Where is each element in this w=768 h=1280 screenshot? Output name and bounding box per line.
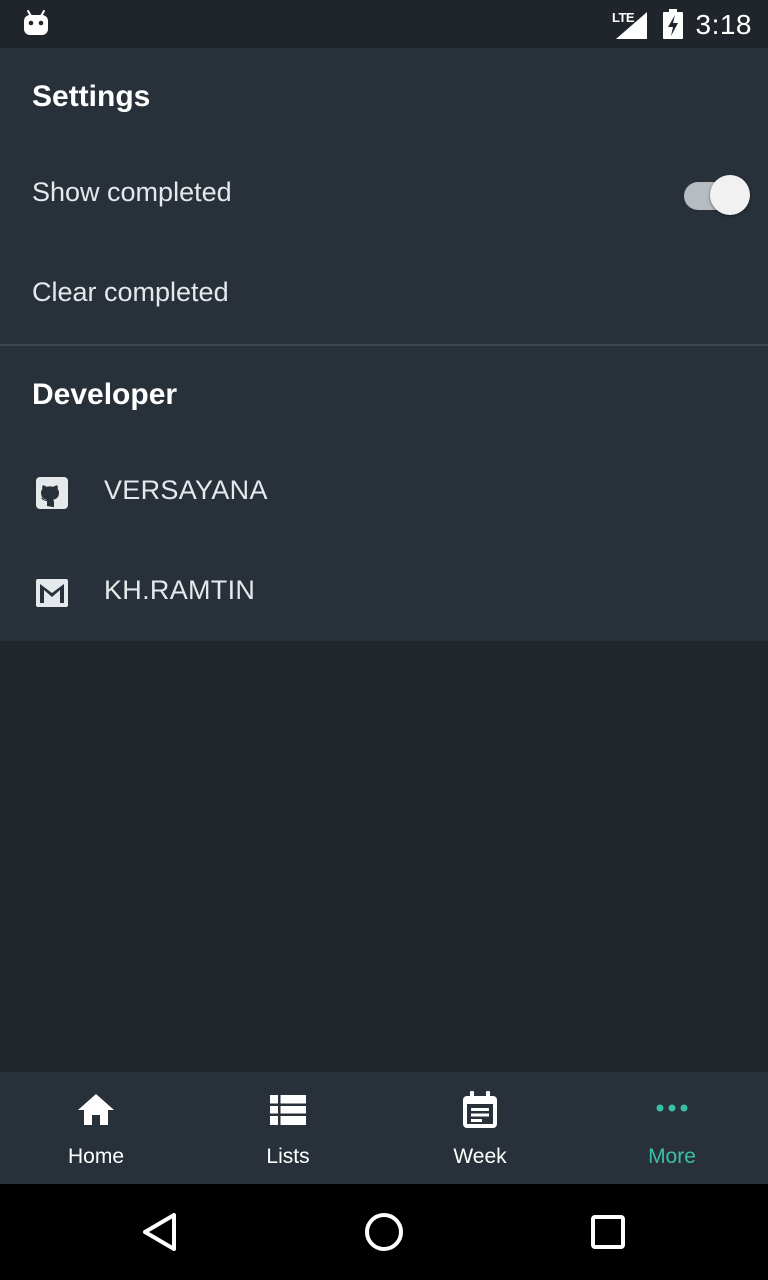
github-icon xyxy=(36,477,68,509)
android-icon xyxy=(24,10,48,35)
toggle-thumb xyxy=(710,175,750,215)
nav-week[interactable]: Week xyxy=(384,1072,576,1184)
gmail-icon xyxy=(36,579,68,607)
battery-charging-icon xyxy=(663,9,683,39)
list-icon xyxy=(270,1095,306,1125)
recents-icon[interactable] xyxy=(586,1210,630,1254)
clear-completed-label: Clear completed xyxy=(32,277,229,307)
developer-email-row[interactable]: KH.RAMTIN xyxy=(0,544,768,642)
nav-week-label: Week xyxy=(453,1145,507,1168)
home-circle-icon[interactable] xyxy=(362,1210,406,1254)
nav-more[interactable]: More xyxy=(576,1072,768,1184)
signal-icon xyxy=(616,12,647,39)
developer-email-label: KH.RAMTIN xyxy=(104,575,256,605)
settings-section-title: Settings xyxy=(32,80,151,113)
show-completed-label: Show completed xyxy=(32,177,232,207)
more-icon xyxy=(656,1104,688,1112)
nav-lists[interactable]: Lists xyxy=(192,1072,384,1184)
section-divider xyxy=(0,344,768,346)
status-clock: 3:18 xyxy=(695,9,752,40)
bottom-navigation: Home Lists Week More xyxy=(0,1072,768,1184)
developer-section-title: Developer xyxy=(32,378,178,411)
home-icon xyxy=(78,1094,114,1125)
show-completed-row[interactable]: Show completed xyxy=(0,146,768,244)
status-bar: LTE 3:18 xyxy=(0,0,768,48)
show-completed-toggle[interactable] xyxy=(684,175,750,215)
nav-more-label: More xyxy=(648,1145,696,1168)
nav-home[interactable]: Home xyxy=(0,1072,192,1184)
developer-github-row[interactable]: VERSAYANA xyxy=(0,444,768,542)
clear-completed-row[interactable]: Clear completed xyxy=(0,246,768,344)
calendar-icon xyxy=(463,1091,497,1128)
back-icon[interactable] xyxy=(138,1210,182,1254)
settings-panel: Settings Show completed Clear completed … xyxy=(0,48,768,641)
developer-github-label: VERSAYANA xyxy=(104,475,268,505)
nav-home-label: Home xyxy=(67,1145,125,1168)
nav-lists-label: Lists xyxy=(266,1145,310,1168)
system-navigation-bar xyxy=(0,1184,768,1280)
